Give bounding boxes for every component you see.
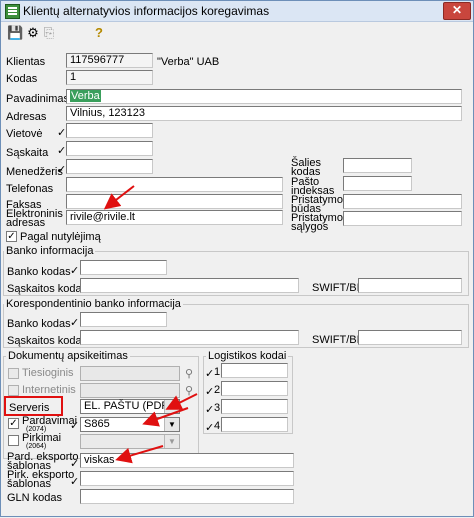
email-arrow xyxy=(103,185,135,210)
pardavimai-arrow xyxy=(142,407,189,427)
viskas-arrow xyxy=(115,445,164,464)
serveris-arrow xyxy=(165,393,198,410)
window: Klientų alternatyvios informacijos koreg… xyxy=(0,0,474,517)
annotation-arrows xyxy=(103,185,198,464)
